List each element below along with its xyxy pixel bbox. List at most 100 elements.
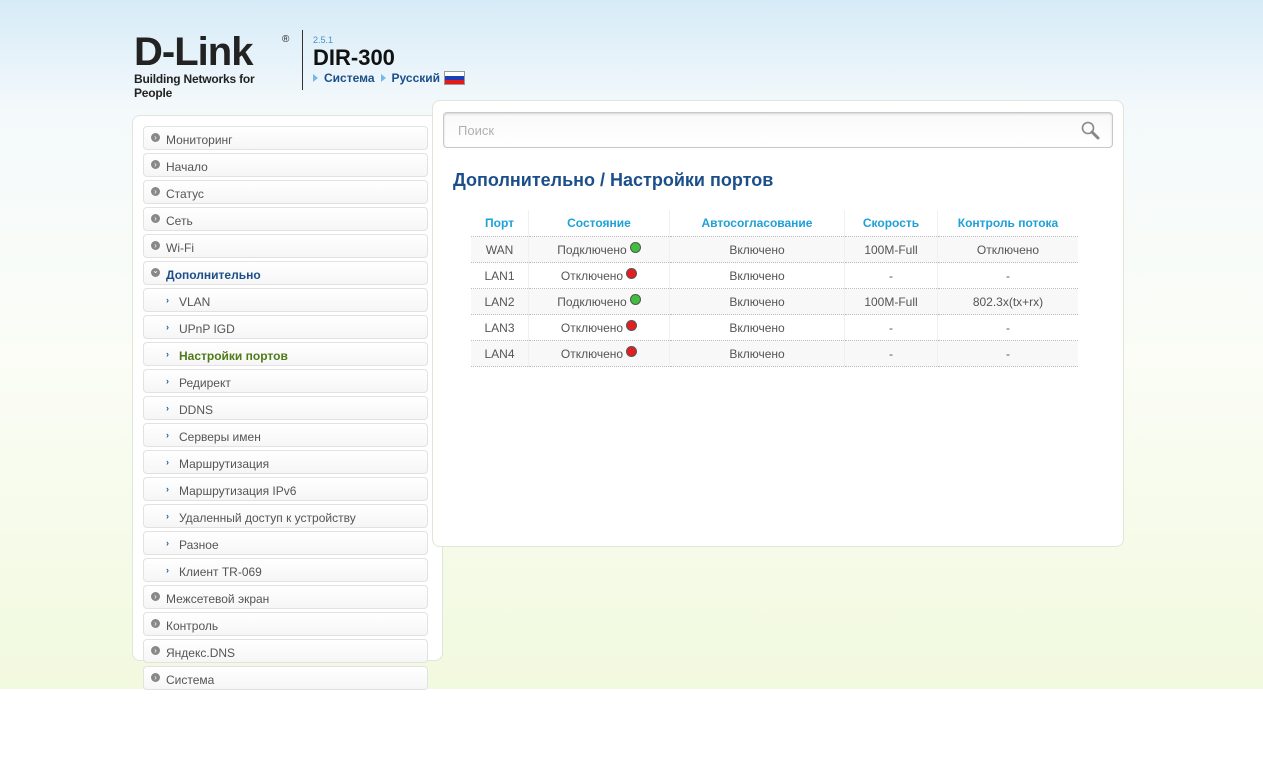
collapsed-chevron-icon: ›	[151, 160, 160, 169]
sidebar-item[interactable]: › Удаленный доступ к устройству	[143, 504, 428, 528]
sidebar-item[interactable]: › Настройки портов	[143, 342, 428, 366]
sidebar-item[interactable]: ⌄ Дополнительно	[143, 261, 428, 285]
sidebar-item[interactable]: › Система	[143, 666, 428, 690]
sidebar-item-label: Мониторинг	[166, 132, 233, 147]
sidebar-item-label: Контроль	[166, 618, 219, 633]
table-row: LAN4 Отключено Включено - -	[471, 340, 1078, 367]
system-link[interactable]: Система	[324, 71, 375, 85]
sidebar-item-label: Дополнительно	[166, 267, 261, 282]
submenu-arrow-icon: ›	[166, 430, 169, 440]
speed-cell: -	[844, 314, 938, 341]
port-cell-text: LAN4	[484, 346, 515, 361]
speed-cell: 100M-Full	[844, 236, 938, 263]
submenu-arrow-icon: ›	[166, 349, 169, 359]
state-cell-text: Подключено	[557, 295, 627, 309]
port-cell: LAN1	[471, 262, 529, 289]
sidebar-item[interactable]: › Мониторинг	[143, 126, 428, 150]
state-cell-text: Отключено	[560, 269, 624, 283]
autoneg-cell: Включено	[669, 314, 845, 341]
sidebar-item[interactable]: › Сеть	[143, 207, 428, 231]
sidebar-item-label: Начало	[166, 159, 208, 174]
collapsed-chevron-icon: ›	[151, 241, 160, 250]
sidebar-menu: › Мониторинг › Начало › Статус › Сеть › Wi-Fi ⌄ Доп…	[143, 126, 428, 693]
sidebar-item[interactable]: › Яндекс.DNS	[143, 639, 428, 663]
sidebar: › Мониторинг › Начало › Статус › Сеть › Wi-Fi ⌄ Доп…	[132, 115, 443, 690]
logo-tagline: Building Networks for People	[134, 72, 255, 100]
sidebar-item[interactable]: › Редирект	[143, 369, 428, 393]
sidebar-item[interactable]: › Начало	[143, 153, 428, 177]
sidebar-item-label: Яндекс.DNS	[166, 645, 236, 660]
ports-table: Порт Состояние Автосогласование Скорость…	[471, 210, 1078, 367]
column-header-speed: Скорость	[844, 210, 938, 237]
sidebar-item[interactable]: › Wi-Fi	[143, 234, 428, 258]
sidebar-item[interactable]: › Межсетевой экран	[143, 585, 428, 609]
speed-cell-text: -	[889, 320, 893, 335]
sidebar-item-label: Серверы имен	[179, 429, 261, 444]
sidebar-item-label: Разное	[179, 537, 219, 552]
language-link[interactable]: Русский	[392, 71, 441, 85]
sidebar-item[interactable]: › Серверы имен	[143, 423, 428, 447]
speed-cell-text: 100M-Full	[864, 294, 918, 309]
expanded-chevron-icon: ⌄	[151, 266, 160, 277]
flow-control-cell: 802.3x(tx+rx)	[937, 288, 1078, 315]
header-links: Система Русский	[313, 71, 466, 85]
flow-control-cell-text: -	[1006, 268, 1010, 283]
sidebar-item-label: Клиент TR-069	[179, 564, 262, 579]
sidebar-item-label: Межсетевой экран	[166, 591, 270, 606]
flow-control-cell-text: 802.3x(tx+rx)	[972, 294, 1044, 309]
status-disconnected-icon	[626, 268, 638, 279]
submenu-arrow-icon: ›	[166, 538, 169, 548]
sidebar-item[interactable]: › Статус	[143, 180, 428, 204]
port-cell-text: LAN2	[484, 294, 515, 309]
status-disconnected-icon	[626, 346, 638, 357]
autoneg-cell: Включено	[669, 340, 845, 367]
speed-cell-text: -	[889, 268, 893, 283]
sidebar-item[interactable]: › Маршрутизация	[143, 450, 428, 474]
port-cell-text: LAN3	[484, 320, 515, 335]
submenu-arrow-icon: ›	[166, 457, 169, 467]
flow-control-cell-text: -	[1006, 320, 1010, 335]
state-cell: Отключено	[528, 314, 670, 341]
column-header-autoneg: Автосогласование	[669, 210, 845, 237]
speed-cell: -	[844, 340, 938, 367]
flow-control-cell: Отключено	[937, 236, 1078, 263]
state-cell: Подключено	[528, 236, 670, 263]
collapsed-chevron-icon: ›	[151, 187, 160, 196]
sidebar-item-label: Настройки портов	[179, 348, 288, 363]
sidebar-item[interactable]: › Разное	[143, 531, 428, 555]
collapsed-chevron-icon: ›	[151, 619, 160, 628]
autoneg-cell: Включено	[669, 288, 845, 315]
sidebar-item[interactable]: › Клиент TR-069	[143, 558, 428, 582]
flow-control-cell: -	[937, 262, 1078, 289]
column-header-flow-control: Контроль потока	[937, 210, 1078, 237]
search-input[interactable]	[456, 122, 1060, 139]
sidebar-item[interactable]: › UPnP IGD	[143, 315, 428, 339]
collapsed-chevron-icon: ›	[151, 214, 160, 223]
sidebar-item-label: Редирект	[179, 375, 231, 390]
autoneg-cell-text: Включено	[729, 242, 785, 257]
sidebar-item-label: VLAN	[179, 294, 211, 309]
autoneg-cell: Включено	[669, 262, 845, 289]
autoneg-cell-text: Включено	[729, 320, 785, 335]
search-icon[interactable]	[1080, 120, 1100, 140]
sidebar-item[interactable]: › VLAN	[143, 288, 428, 312]
logo-registered-mark: ®	[282, 34, 290, 45]
link-arrow-icon	[380, 74, 386, 82]
sidebar-item[interactable]: › Маршрутизация IPv6	[143, 477, 428, 501]
search-box	[443, 112, 1113, 148]
page-title: Дополнительно / Настройки портов	[453, 170, 774, 190]
table-row: WAN Подключено Включено 100M-Full Отключено	[471, 236, 1078, 263]
table-row: LAN3 Отключено Включено - -	[471, 314, 1078, 341]
sidebar-item-label: Маршрутизация	[179, 456, 270, 471]
flow-control-cell-text: Отключено	[976, 242, 1040, 257]
table-row: LAN1 Отключено Включено - -	[471, 262, 1078, 289]
sidebar-item[interactable]: › Контроль	[143, 612, 428, 636]
submenu-arrow-icon: ›	[166, 511, 169, 521]
sidebar-item[interactable]: › DDNS	[143, 396, 428, 420]
sidebar-item-label: Система	[166, 672, 215, 687]
russian-flag-icon[interactable]	[444, 71, 466, 85]
link-arrow-icon	[313, 74, 318, 82]
sidebar-item-label: Статус	[166, 186, 204, 201]
submenu-arrow-icon: ›	[166, 484, 169, 494]
sidebar-item-label: Удаленный доступ к устройству	[179, 510, 356, 525]
